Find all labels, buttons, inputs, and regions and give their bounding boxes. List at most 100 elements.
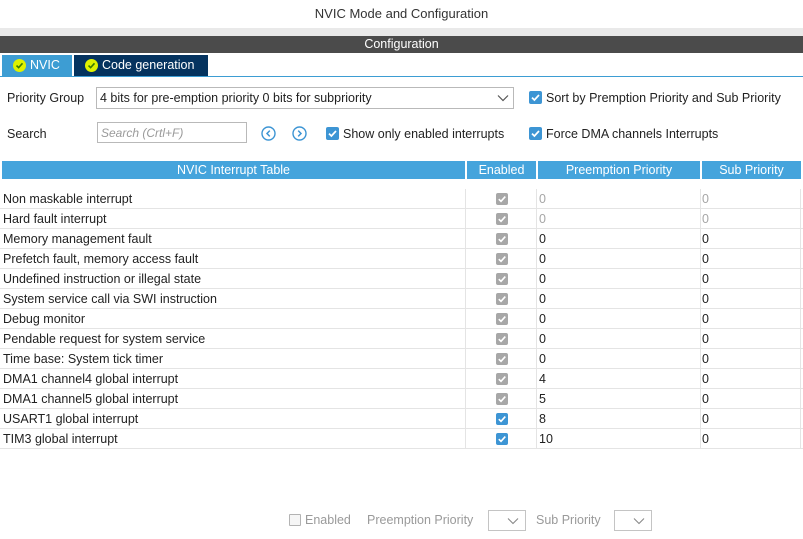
sub-priority-cell[interactable]: 0 <box>701 269 801 289</box>
enabled-checkbox[interactable] <box>496 433 508 445</box>
table-header: NVIC Interrupt Table Enabled Preemption … <box>0 161 803 179</box>
table-row[interactable]: Debug monitor 0 0 <box>0 309 803 329</box>
interrupt-name: System service call via SWI instruction <box>3 292 217 306</box>
table-row[interactable]: USART1 global interrupt 8 0 <box>0 409 803 429</box>
bottom-preemption-label: Preemption Priority <box>367 513 474 527</box>
preemption-priority-cell[interactable]: 0 <box>537 329 701 349</box>
enabled-cell <box>465 189 537 209</box>
enabled-checkbox <box>496 233 508 245</box>
enabled-checkbox <box>496 353 508 365</box>
interrupt-name: Time base: System tick timer <box>3 352 163 366</box>
bottom-edit-bar: Enabled Preemption Priority Sub Priority <box>0 510 803 532</box>
column-header-sub-priority[interactable]: Sub Priority <box>702 161 801 179</box>
chevron-down-icon <box>633 518 645 525</box>
tab-underline <box>0 76 803 77</box>
enabled-cell <box>465 409 537 429</box>
enabled-cell <box>465 329 537 349</box>
interrupt-name: Memory management fault <box>3 232 152 246</box>
sub-priority-cell[interactable]: 0 <box>701 229 801 249</box>
sub-priority-cell[interactable]: 0 <box>701 289 801 309</box>
table-row[interactable]: TIM3 global interrupt 10 0 <box>0 429 803 449</box>
enabled-cell <box>465 349 537 369</box>
column-header-preemption[interactable]: Preemption Priority <box>538 161 700 179</box>
sub-priority-cell[interactable]: 0 <box>701 329 801 349</box>
interrupt-name: DMA1 channel4 global interrupt <box>3 372 179 386</box>
column-header-enabled[interactable]: Enabled <box>467 161 536 179</box>
sub-priority-cell[interactable]: 0 <box>701 189 801 209</box>
preemption-priority-cell[interactable]: 0 <box>537 189 701 209</box>
search-next-icon[interactable] <box>292 126 307 141</box>
sub-priority-select[interactable] <box>614 510 652 531</box>
preemption-priority-cell[interactable]: 0 <box>537 209 701 229</box>
force-dma-checkbox[interactable] <box>529 127 542 140</box>
preemption-priority-cell[interactable]: 0 <box>537 289 701 309</box>
enabled-checkbox <box>496 213 508 225</box>
priority-group-value: 4 bits for pre-emption priority 0 bits f… <box>100 91 372 105</box>
enabled-cell <box>465 249 537 269</box>
chevron-down-icon <box>497 95 509 102</box>
preemption-priority-cell[interactable]: 0 <box>537 229 701 249</box>
sub-priority-cell[interactable]: 0 <box>701 369 801 389</box>
configuration-header: Configuration <box>0 36 803 53</box>
interrupt-name: TIM3 global interrupt <box>3 432 118 446</box>
column-header-name[interactable]: NVIC Interrupt Table <box>2 161 465 179</box>
window-title: NVIC Mode and Configuration <box>0 0 803 28</box>
search-input[interactable] <box>97 122 247 143</box>
force-dma-label: Force DMA channels Interrupts <box>546 127 719 141</box>
enabled-checkbox <box>496 273 508 285</box>
interrupt-name: Undefined instruction or illegal state <box>3 272 202 286</box>
show-enabled-checkbox[interactable] <box>326 127 339 140</box>
preemption-priority-cell[interactable]: 0 <box>537 249 701 269</box>
interrupt-name: DMA1 channel5 global interrupt <box>3 392 179 406</box>
tab-nvic-label: NVIC <box>30 58 60 72</box>
sort-priority-label: Sort by Premption Priority and Sub Prior… <box>546 91 781 105</box>
search-previous-icon[interactable] <box>261 126 276 141</box>
title-separator <box>0 28 803 36</box>
table-row[interactable]: Undefined instruction or illegal state 0 0 <box>0 269 803 289</box>
priority-group-select[interactable]: 4 bits for pre-emption priority 0 bits f… <box>96 87 514 109</box>
table-row[interactable]: DMA1 channel4 global interrupt 4 0 <box>0 369 803 389</box>
enabled-checkbox <box>496 313 508 325</box>
preemption-priority-select[interactable] <box>488 510 526 531</box>
table-row[interactable]: Prefetch fault, memory access fault 0 0 <box>0 249 803 269</box>
preemption-priority-cell[interactable]: 0 <box>537 349 701 369</box>
sub-priority-cell[interactable]: 0 <box>701 209 801 229</box>
bottom-enabled-label: Enabled <box>305 513 351 527</box>
preemption-priority-cell[interactable]: 10 <box>537 429 701 449</box>
enabled-checkbox <box>496 193 508 205</box>
preemption-priority-cell[interactable]: 4 <box>537 369 701 389</box>
preemption-priority-cell[interactable]: 0 <box>537 269 701 289</box>
table-row[interactable]: Non maskable interrupt 0 0 <box>0 189 803 209</box>
interrupt-name: USART1 global interrupt <box>3 412 139 426</box>
table-row[interactable]: System service call via SWI instruction 0… <box>0 289 803 309</box>
tab-code-generation[interactable]: Code generation <box>74 55 208 76</box>
sub-priority-cell[interactable]: 0 <box>701 349 801 369</box>
table-row[interactable]: Memory management fault 0 0 <box>0 229 803 249</box>
table-row[interactable]: Hard fault interrupt 0 0 <box>0 209 803 229</box>
check-circle-icon <box>85 59 98 72</box>
sub-priority-cell[interactable]: 0 <box>701 409 801 429</box>
enabled-checkbox <box>496 253 508 265</box>
priority-group-label: Priority Group <box>7 91 85 105</box>
tab-nvic[interactable]: NVIC <box>2 55 72 76</box>
sub-priority-cell[interactable]: 0 <box>701 389 801 409</box>
enabled-cell <box>465 389 537 409</box>
preemption-priority-cell[interactable]: 0 <box>537 309 701 329</box>
interrupt-name: Hard fault interrupt <box>3 212 107 226</box>
enabled-checkbox[interactable] <box>496 413 508 425</box>
tab-code-generation-label: Code generation <box>102 58 195 72</box>
sub-priority-cell[interactable]: 0 <box>701 249 801 269</box>
table-row[interactable]: DMA1 channel5 global interrupt 5 0 <box>0 389 803 409</box>
table-row[interactable]: Pendable request for system service 0 0 <box>0 329 803 349</box>
enabled-cell <box>465 229 537 249</box>
sub-priority-cell[interactable]: 0 <box>701 309 801 329</box>
table-row[interactable]: Time base: System tick timer 0 0 <box>0 349 803 369</box>
sub-priority-cell[interactable]: 0 <box>701 429 801 449</box>
check-circle-icon <box>13 59 26 72</box>
enabled-checkbox-disabled[interactable] <box>289 514 301 526</box>
enabled-checkbox <box>496 393 508 405</box>
preemption-priority-cell[interactable]: 8 <box>537 409 701 429</box>
interrupt-name: Debug monitor <box>3 312 85 326</box>
preemption-priority-cell[interactable]: 5 <box>537 389 701 409</box>
sort-priority-checkbox[interactable] <box>529 91 542 104</box>
